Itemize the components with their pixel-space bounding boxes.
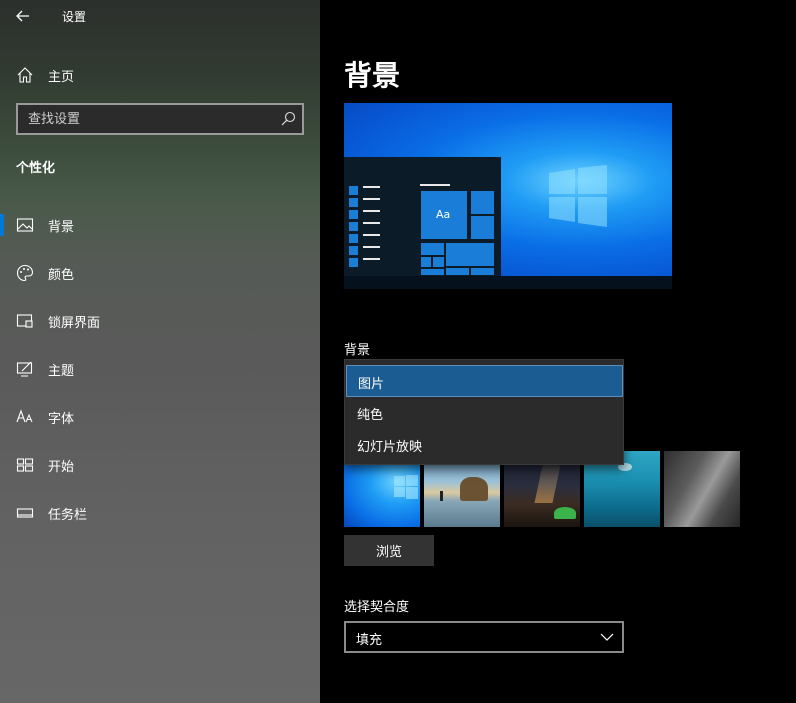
background-type-label: 背景 <box>344 343 371 358</box>
sidebar-item-label: 背景 <box>48 220 75 235</box>
sidebar-item-start[interactable]: 开始 <box>0 444 320 484</box>
preview-tile <box>445 242 495 267</box>
sidebar: 设置 主页 个性化 背景 颜色 锁屏界面 <box>0 0 320 703</box>
preview-start-line <box>363 186 380 188</box>
sidebar-item-label: 锁屏界面 <box>48 316 101 331</box>
sidebar-item-label: 开始 <box>48 460 75 475</box>
section-title: 个性化 <box>16 161 56 176</box>
search-box[interactable] <box>16 103 304 135</box>
preview-tile-text: Aa <box>436 208 451 221</box>
desktop-preview: Aa <box>344 103 672 289</box>
sidebar-item-home[interactable]: 主页 <box>0 60 320 88</box>
preview-taskbar <box>344 276 672 289</box>
tent-shape <box>554 507 576 519</box>
preview-start-line <box>363 258 380 260</box>
background-option-picture[interactable]: 图片 <box>346 365 623 397</box>
sidebar-item-lock-screen[interactable]: 锁屏界面 <box>0 300 320 340</box>
preview-start-glyph <box>349 246 358 255</box>
windows-logo-icon <box>394 475 418 499</box>
start-icon <box>16 458 34 472</box>
lock-screen-icon <box>16 314 33 328</box>
sidebar-item-background[interactable]: 背景 <box>0 204 320 244</box>
search-icon[interactable] <box>280 111 296 127</box>
fit-label: 选择契合度 <box>344 600 410 615</box>
font-icon <box>16 409 33 423</box>
chevron-down-icon <box>600 633 614 641</box>
home-label: 主页 <box>48 70 75 85</box>
background-option-solid-color[interactable]: 纯色 <box>346 397 623 429</box>
preview-start-glyph <box>349 258 358 267</box>
sidebar-item-themes[interactable]: 主题 <box>0 348 320 388</box>
page-title: 背景 <box>344 59 401 92</box>
fit-select[interactable]: 填充 <box>344 621 624 653</box>
app-title: 设置 <box>62 10 87 24</box>
selected-indicator <box>0 214 4 236</box>
taskbar-icon <box>16 508 34 518</box>
sidebar-item-taskbar[interactable]: 任务栏 <box>0 492 320 532</box>
preview-start-line <box>363 246 380 248</box>
home-icon <box>17 67 33 83</box>
preview-start-line <box>363 234 380 236</box>
preview-tile <box>470 190 495 215</box>
preview-start-line <box>363 198 380 200</box>
sidebar-item-label: 字体 <box>48 412 75 427</box>
windows-logo-icon <box>549 165 607 227</box>
sidebar-item-fonts[interactable]: 字体 <box>0 396 320 436</box>
preview-start-line <box>420 184 450 186</box>
sidebar-item-label: 主题 <box>48 364 75 379</box>
sidebar-item-label: 任务栏 <box>48 508 88 523</box>
sidebar-item-label: 颜色 <box>48 268 75 283</box>
preview-tile <box>420 256 432 268</box>
preview-start-glyph <box>349 222 358 231</box>
preview-start-line <box>363 210 380 212</box>
rock-formation-shape <box>460 477 488 501</box>
image-icon <box>16 218 34 232</box>
preview-start-glyph <box>349 186 358 195</box>
preview-tile: Aa <box>420 190 468 240</box>
background-type-dropdown[interactable]: 图片 纯色 幻灯片放映 <box>344 359 624 465</box>
sidebar-item-colors[interactable]: 颜色 <box>0 252 320 292</box>
fit-value: 填充 <box>356 633 383 648</box>
main-content: 背景 Aa 背景 图片 纯色 幻灯片放映 浏览 选择契合度 填充 <box>320 0 796 703</box>
preview-tile <box>470 215 495 240</box>
theme-icon <box>16 361 33 377</box>
browse-button[interactable]: 浏览 <box>344 535 434 566</box>
preview-tile <box>470 267 495 276</box>
title-bar: 设置 <box>0 0 320 32</box>
preview-start-glyph <box>349 234 358 243</box>
person-silhouette-shape <box>440 491 443 501</box>
back-button[interactable] <box>12 6 36 26</box>
preview-start-menu: Aa <box>344 157 501 276</box>
preview-start-glyph <box>349 198 358 207</box>
preview-start-glyph <box>349 210 358 219</box>
preview-tile <box>420 268 445 276</box>
preview-start-line <box>363 222 380 224</box>
recent-image-5[interactable] <box>664 451 740 527</box>
background-option-slideshow[interactable]: 幻灯片放映 <box>346 429 623 461</box>
preview-tile <box>445 267 470 276</box>
preview-tile <box>420 242 445 256</box>
search-input[interactable] <box>18 105 268 133</box>
preview-tile <box>432 256 445 268</box>
palette-icon <box>16 264 34 282</box>
back-arrow-icon <box>16 10 29 22</box>
